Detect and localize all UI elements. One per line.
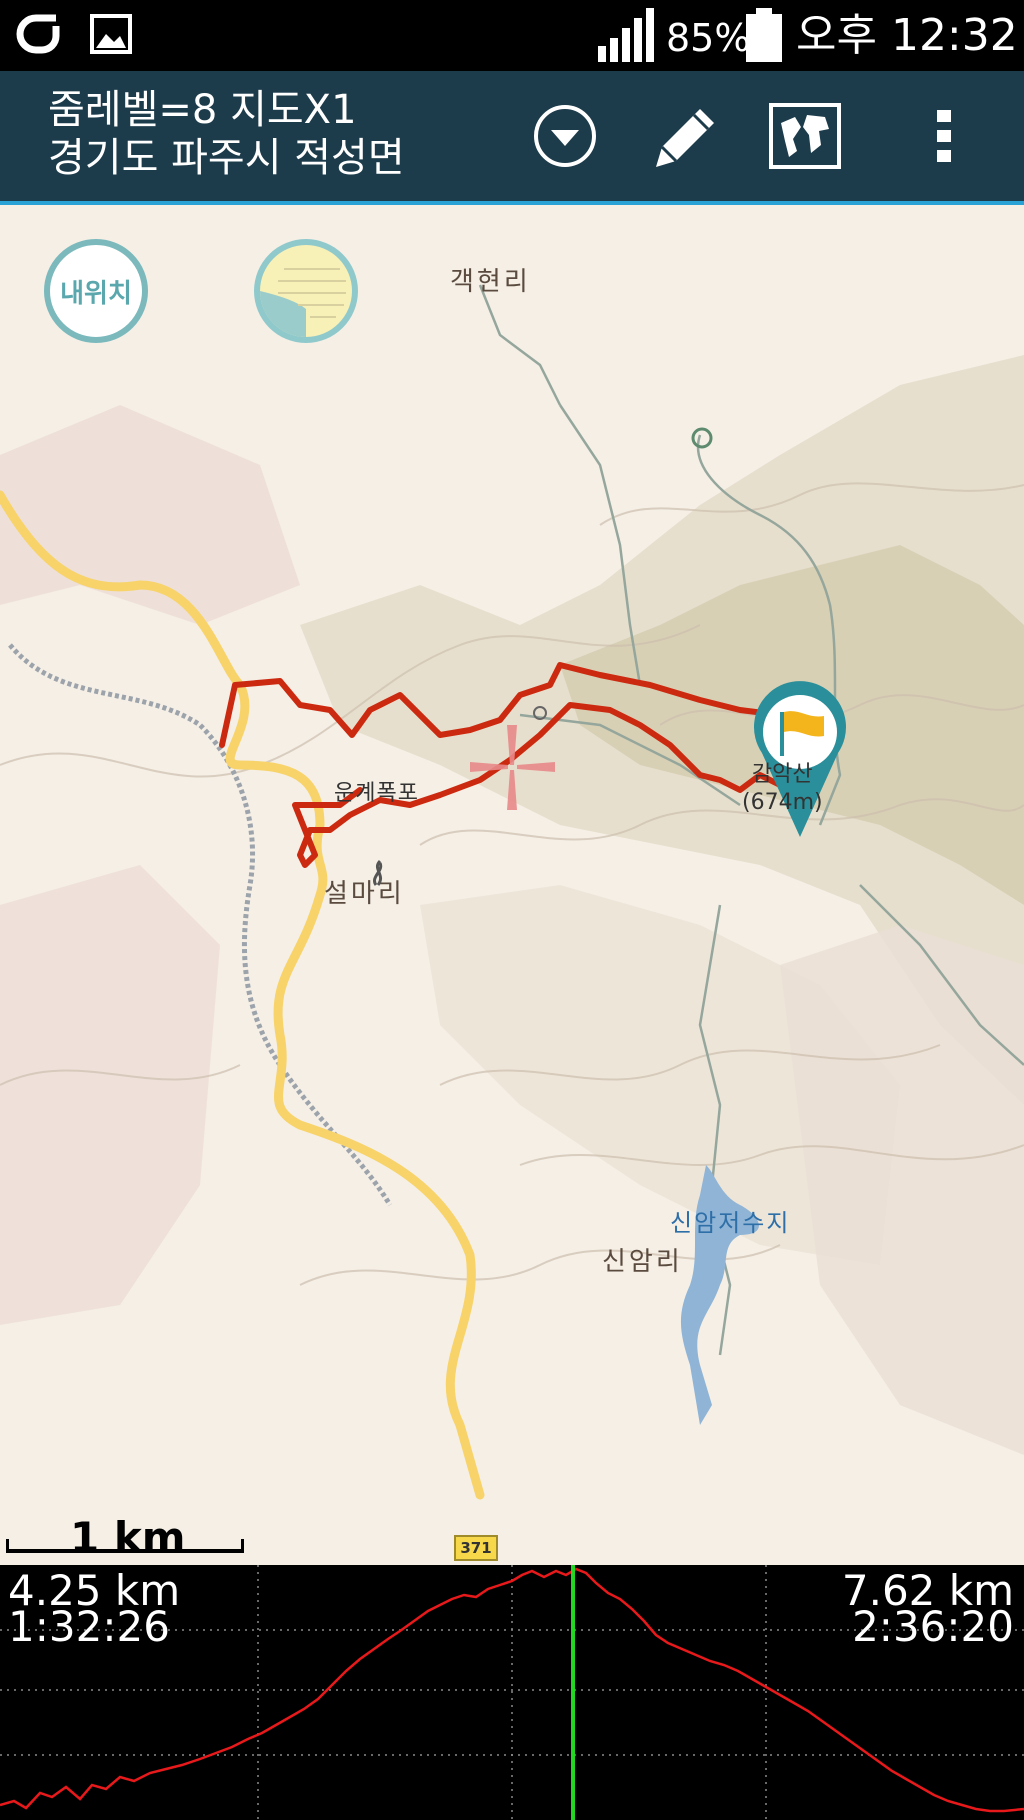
- signal-icon: [598, 8, 654, 62]
- app-bar: 줌레벨=8 지도X1 경기도 파주시 적성면: [0, 71, 1024, 205]
- map-canvas: [0, 284, 1024, 1500]
- road-number: 371: [460, 1539, 492, 1557]
- location-text: 경기도 파주시 적성면: [48, 135, 405, 181]
- memo-button[interactable]: [254, 239, 358, 343]
- zoom-level-text: 줌레벨=8 지도X1: [48, 87, 357, 133]
- battery-percent: 85%: [666, 16, 751, 60]
- map-view[interactable]: 내위치 객현리 운계폭포 설마리 신암리 신암저수지 감악산 (674m) 37…: [0, 205, 1024, 1565]
- place-label: 설마리: [324, 879, 405, 909]
- peak-name: 감악산: [751, 762, 813, 787]
- terrain-shade: [0, 405, 300, 625]
- stream-source-marker: [691, 427, 713, 449]
- status-bar: 85% 오후 12:32: [0, 0, 1024, 71]
- terrain-shade: [0, 865, 220, 1325]
- dropdown-button[interactable]: [522, 93, 608, 179]
- road-number-badge: 371: [454, 1535, 498, 1561]
- edit-pencil-icon: [656, 109, 714, 167]
- map-type-button[interactable]: [762, 93, 848, 179]
- scale-label: 1 km: [70, 1513, 186, 1562]
- place-label: 객현리: [450, 267, 531, 297]
- place-label: 운계폭포: [334, 781, 419, 806]
- overflow-menu-button[interactable]: [904, 93, 984, 179]
- terrain-shade: [780, 925, 1024, 1455]
- battery-icon: [746, 8, 782, 62]
- overflow-menu-icon: [937, 110, 951, 162]
- my-location-label: 내위치: [60, 278, 132, 309]
- dropdown-icon: [534, 105, 596, 167]
- edit-button[interactable]: [642, 93, 728, 179]
- right-time: 2:36:20: [852, 1602, 1014, 1651]
- place-label: 신암리: [602, 1247, 683, 1277]
- world-map-icon: [769, 103, 841, 169]
- gallery-icon: [90, 14, 132, 54]
- my-location-button[interactable]: 내위치: [44, 239, 148, 343]
- peak-height: (674m): [742, 790, 823, 815]
- elevation-profile[interactable]: 4.25 km 1:32:26 7.62 km 2:36:20: [0, 1565, 1024, 1820]
- peak-label: 감악산 (674m): [742, 761, 823, 817]
- left-time: 1:32:26: [8, 1602, 170, 1651]
- note-icon: [260, 245, 352, 337]
- reservoir-label: 신암저수지: [670, 1209, 791, 1237]
- clock: 오후 12:32: [796, 10, 1018, 61]
- app-logo-icon: [16, 14, 60, 54]
